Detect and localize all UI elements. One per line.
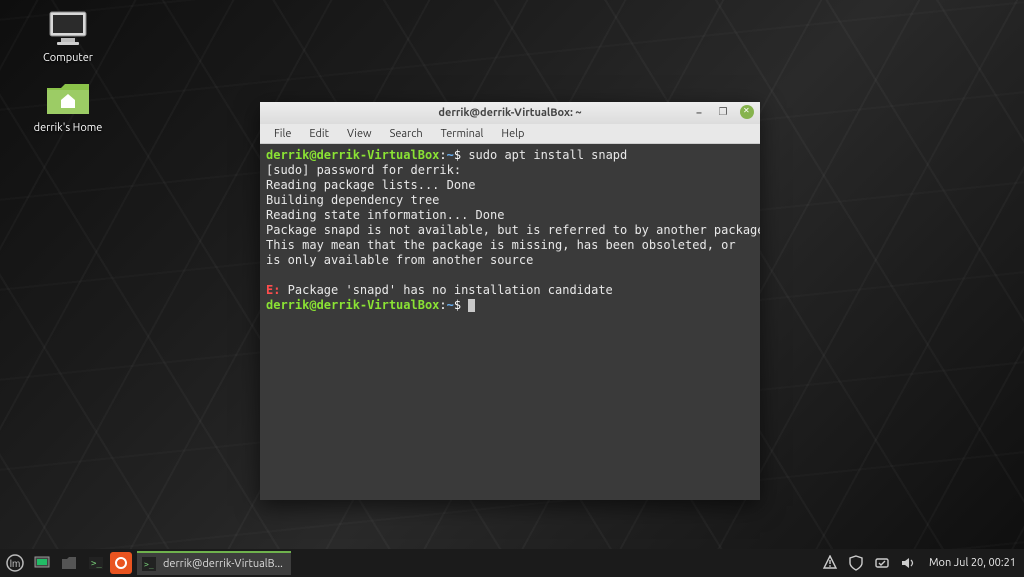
terminal-launcher[interactable]: >_ [83, 551, 109, 575]
taskbar: lm >_ >_ derrik@derrik-VirtualB... [0, 549, 1024, 577]
desktop-icon-label: derrik's Home [30, 122, 106, 134]
updates-tray-icon[interactable] [821, 554, 839, 572]
menu-help[interactable]: Help [493, 126, 532, 142]
svg-text:>_: >_ [144, 560, 154, 569]
show-desktop-button[interactable] [29, 551, 55, 575]
desktop-icon-home[interactable]: derrik's Home [30, 78, 106, 134]
term-error-prefix: E: [266, 283, 280, 297]
menu-edit[interactable]: Edit [301, 126, 337, 142]
svg-text:>_: >_ [91, 559, 102, 569]
term-command: sudo apt install snapd [461, 148, 627, 162]
term-line: Building dependency tree [266, 193, 439, 207]
file-manager-launcher[interactable] [56, 551, 82, 575]
svg-text:lm: lm [10, 559, 21, 570]
taskbar-item-label: derrik@derrik-VirtualB... [163, 558, 283, 570]
update-manager-launcher[interactable] [110, 552, 132, 574]
menu-file[interactable]: File [266, 126, 299, 142]
term-userhost: derrik@derrik-VirtualBox [266, 298, 439, 312]
terminal-icon: >_ [141, 556, 157, 572]
window-minimize-button[interactable]: – [692, 105, 706, 119]
network-tray-icon[interactable] [873, 554, 891, 572]
window-maximize-button[interactable]: ❐ [716, 105, 730, 119]
window-menubar: File Edit View Search Terminal Help [260, 124, 760, 144]
terminal-cursor [468, 299, 475, 312]
computer-icon [44, 8, 92, 48]
term-error-msg: Package 'snapd' has no installation cand… [280, 283, 612, 297]
term-line: is only available from another source [266, 253, 533, 267]
home-folder-icon [44, 78, 92, 118]
shield-tray-icon[interactable] [847, 554, 865, 572]
term-line: [sudo] password for derrik: [266, 163, 461, 177]
term-line: Reading package lists... Done [266, 178, 476, 192]
taskbar-item-terminal[interactable]: >_ derrik@derrik-VirtualB... [137, 551, 291, 575]
term-line: Reading state information... Done [266, 208, 504, 222]
window-titlebar[interactable]: derrik@derrik-VirtualBox: ~ – ❐ [260, 102, 760, 124]
term-line: Package snapd is not available, but is r… [266, 223, 760, 237]
terminal-window: derrik@derrik-VirtualBox: ~ – ❐ File Edi… [260, 102, 760, 500]
window-close-button[interactable] [740, 105, 754, 119]
menu-terminal[interactable]: Terminal [433, 126, 492, 142]
taskbar-clock[interactable]: Mon Jul 20, 00:21 [925, 557, 1016, 569]
term-path: ~ [447, 298, 454, 312]
volume-tray-icon[interactable] [899, 554, 917, 572]
term-path: ~ [447, 148, 454, 162]
term-line: This may mean that the package is missin… [266, 238, 736, 252]
term-userhost: derrik@derrik-VirtualBox [266, 148, 439, 162]
desktop-icon-label: Computer [30, 52, 106, 64]
menu-search[interactable]: Search [382, 126, 431, 142]
menu-view[interactable]: View [339, 126, 380, 142]
desktop-icon-computer[interactable]: Computer [30, 8, 106, 64]
window-title: derrik@derrik-VirtualBox: ~ [438, 107, 581, 119]
terminal-output[interactable]: derrik@derrik-VirtualBox:~$ sudo apt ins… [260, 144, 760, 500]
start-menu-button[interactable]: lm [2, 551, 28, 575]
